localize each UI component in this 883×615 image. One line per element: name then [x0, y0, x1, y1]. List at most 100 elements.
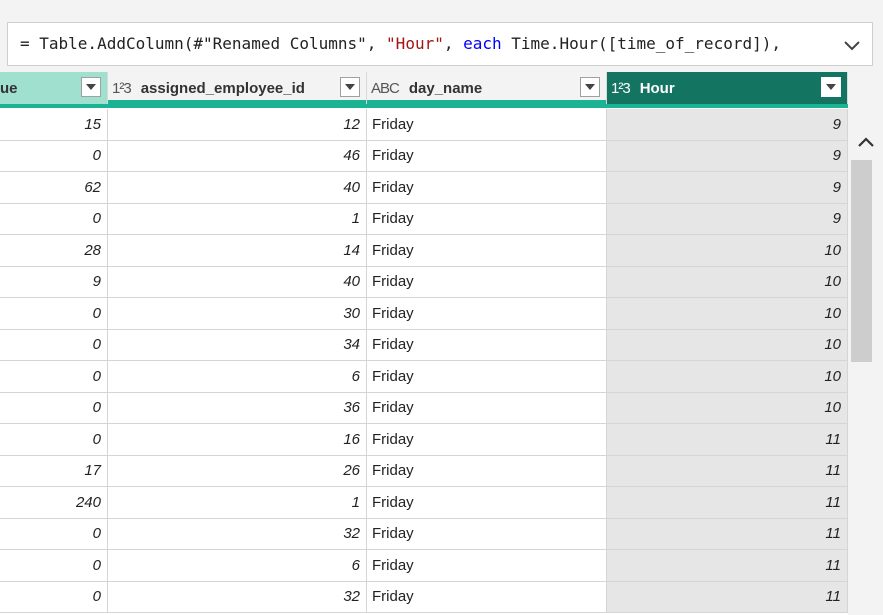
table-row: 0 32 Friday 11: [0, 518, 848, 550]
table-cell[interactable]: 26: [108, 455, 367, 486]
table-cell[interactable]: Friday: [367, 518, 607, 549]
table-row: 240 1 Friday 11: [0, 487, 848, 519]
table-cell[interactable]: Friday: [367, 298, 607, 329]
table-cell[interactable]: 11: [607, 487, 848, 518]
table-row: 17 26 Friday 11: [0, 455, 848, 487]
column-header-row: ue 1²3 assigned_employee_id ABC day_name 1²3 H…: [0, 72, 848, 104]
column-header-2[interactable]: ABC day_name: [367, 72, 607, 104]
table-cell[interactable]: 6: [108, 550, 367, 581]
chevron-down-icon[interactable]: [842, 35, 862, 55]
filter-dropdown-icon[interactable]: [821, 77, 841, 97]
table-cell[interactable]: Friday: [367, 550, 607, 581]
number-type-icon[interactable]: 1²3: [112, 80, 132, 97]
table-cell[interactable]: 9: [0, 266, 108, 297]
table-cell[interactable]: 11: [607, 455, 848, 486]
table-cell[interactable]: Friday: [367, 109, 607, 140]
table-cell[interactable]: 17: [0, 455, 108, 486]
table-row: 9 40 Friday 10: [0, 266, 848, 298]
table-cell[interactable]: 0: [0, 424, 108, 455]
table-cell[interactable]: 10: [607, 266, 848, 297]
table-row: 0 34 Friday 10: [0, 329, 848, 361]
table-cell[interactable]: Friday: [367, 455, 607, 486]
table-row: 28 14 Friday 10: [0, 235, 848, 267]
table-cell[interactable]: 46: [108, 140, 367, 171]
table-cell[interactable]: 40: [108, 172, 367, 203]
table-cell[interactable]: 32: [108, 581, 367, 612]
table-cell[interactable]: 11: [607, 581, 848, 612]
table-row: 0 16 Friday 11: [0, 424, 848, 456]
table-cell[interactable]: 0: [0, 361, 108, 392]
table-cell[interactable]: Friday: [367, 203, 607, 234]
table-cell[interactable]: 9: [607, 109, 848, 140]
table-cell[interactable]: 0: [0, 298, 108, 329]
table-cell[interactable]: Friday: [367, 487, 607, 518]
table-cell[interactable]: 1: [108, 203, 367, 234]
table-cell[interactable]: Friday: [367, 140, 607, 171]
table-cell[interactable]: Friday: [367, 424, 607, 455]
table-cell[interactable]: Friday: [367, 329, 607, 360]
number-type-icon[interactable]: 1²3: [611, 80, 631, 97]
vertical-scrollbar[interactable]: [848, 130, 883, 615]
table-cell[interactable]: 0: [0, 203, 108, 234]
table-cell[interactable]: 11: [607, 550, 848, 581]
table-cell[interactable]: 0: [0, 581, 108, 612]
table-cell[interactable]: 10: [607, 361, 848, 392]
column-header-3[interactable]: 1²3 Hour: [607, 72, 848, 104]
column-header-1[interactable]: 1²3 assigned_employee_id: [108, 72, 367, 104]
formula-suffix: Time.Hour([time_of_record]),: [501, 34, 781, 53]
column-header-label: day_name: [408, 79, 483, 97]
table-cell[interactable]: 9: [607, 172, 848, 203]
scroll-up-icon[interactable]: [856, 134, 876, 150]
table-cell[interactable]: 30: [108, 298, 367, 329]
table-cell[interactable]: 9: [607, 203, 848, 234]
table-cell[interactable]: 11: [607, 518, 848, 549]
table-cell[interactable]: 1: [108, 487, 367, 518]
table-cell[interactable]: 40: [108, 266, 367, 297]
table-cell[interactable]: 32: [108, 518, 367, 549]
table-cell[interactable]: Friday: [367, 581, 607, 612]
table-cell[interactable]: 36: [108, 392, 367, 423]
table-cell[interactable]: 34: [108, 329, 367, 360]
table-cell[interactable]: 62: [0, 172, 108, 203]
table-cell[interactable]: Friday: [367, 235, 607, 266]
table-cell[interactable]: 10: [607, 392, 848, 423]
table-cell[interactable]: 10: [607, 235, 848, 266]
table-cell[interactable]: 16: [108, 424, 367, 455]
table-row: 0 46 Friday 9: [0, 140, 848, 172]
table-cell[interactable]: Friday: [367, 361, 607, 392]
formula-sep: ,: [443, 34, 464, 53]
table-cell[interactable]: 15: [0, 109, 108, 140]
table-row: 0 6 Friday 11: [0, 550, 848, 582]
formula-text[interactable]: = Table.AddColumn(#"Renamed Columns", "H…: [20, 34, 781, 53]
scrollbar-thumb[interactable]: [851, 160, 872, 362]
data-grid: ue 1²3 assigned_employee_id ABC day_name 1²3 H…: [0, 72, 848, 615]
table-cell[interactable]: 240: [0, 487, 108, 518]
column-header-0[interactable]: ue: [0, 72, 108, 104]
column-header-label: ue: [0, 79, 18, 97]
table-cell[interactable]: 14: [108, 235, 367, 266]
table-cell[interactable]: 28: [0, 235, 108, 266]
table-cell[interactable]: 0: [0, 550, 108, 581]
text-type-icon[interactable]: ABC: [371, 80, 400, 97]
table-cell[interactable]: 9: [607, 140, 848, 171]
table-cell[interactable]: 10: [607, 329, 848, 360]
table-cell[interactable]: 6: [108, 361, 367, 392]
table-cell[interactable]: Friday: [367, 266, 607, 297]
table-row: 15 12 Friday 9: [0, 109, 848, 141]
table-cell[interactable]: 0: [0, 392, 108, 423]
filter-dropdown-icon[interactable]: [340, 77, 360, 97]
table-cell[interactable]: Friday: [367, 172, 607, 203]
filter-dropdown-icon[interactable]: [81, 77, 101, 97]
table-cell[interactable]: 0: [0, 518, 108, 549]
formula-bar[interactable]: = Table.AddColumn(#"Renamed Columns", "H…: [7, 22, 873, 66]
filter-dropdown-icon[interactable]: [580, 77, 600, 97]
formula-keyword: each: [463, 34, 502, 53]
table-cell[interactable]: 10: [607, 298, 848, 329]
table-cell[interactable]: 0: [0, 140, 108, 171]
table-cell[interactable]: 0: [0, 329, 108, 360]
table-row: 0 1 Friday 9: [0, 203, 848, 235]
table-cell[interactable]: 11: [607, 424, 848, 455]
table-cell[interactable]: 12: [108, 109, 367, 140]
table-row: 0 36 Friday 10: [0, 392, 848, 424]
table-cell[interactable]: Friday: [367, 392, 607, 423]
